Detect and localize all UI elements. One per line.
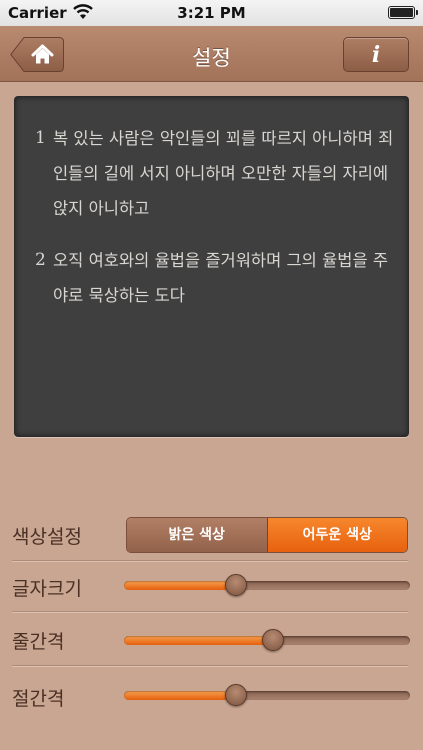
- status-time: 3:21 PM: [177, 4, 246, 22]
- line-spacing-label: 줄간격: [12, 631, 65, 653]
- slider-fill: [124, 691, 236, 700]
- info-button[interactable]: i: [343, 37, 409, 72]
- font-size-slider[interactable]: [124, 572, 410, 598]
- slider-fill: [124, 581, 236, 590]
- light-color-option[interactable]: 밝은 색상: [127, 518, 268, 552]
- line-spacing-slider[interactable]: [124, 627, 410, 653]
- divider: [12, 560, 408, 562]
- battery-level: [390, 8, 413, 17]
- verse-text: 복 있는 사람은 악인들의 꾀를 따르지 아니하며 죄인들의 길에 서지 아니하…: [53, 129, 394, 218]
- battery-icon: [388, 6, 418, 19]
- paragraph-spacing-label: 절간격: [12, 688, 65, 710]
- slider-thumb[interactable]: [224, 684, 247, 706]
- paragraph-spacing-slider[interactable]: [124, 682, 410, 708]
- status-bar: Carrier 3:21 PM: [0, 0, 423, 26]
- nav-bar: 설정 i: [0, 26, 423, 82]
- dark-color-option[interactable]: 어두운 색상: [267, 518, 407, 552]
- slider-fill: [124, 636, 273, 645]
- color-setting-label: 색상설정: [12, 526, 82, 548]
- slider-thumb[interactable]: [224, 574, 247, 596]
- verse: 2 오직 여호와의 율법을 즐거워하며 그의 율법을 주야로 묵상하는 도다: [35, 243, 396, 313]
- verse: 1 복 있는 사람은 악인들의 꾀를 따르지 아니하며 죄인들의 길에 서지 아…: [35, 121, 396, 226]
- verse-number: 1: [35, 128, 46, 148]
- info-icon: i: [371, 42, 381, 68]
- font-size-label: 글자크기: [12, 578, 82, 600]
- verse-number: 2: [35, 250, 46, 270]
- text-preview-panel: 1 복 있는 사람은 악인들의 꾀를 따르지 아니하며 죄인들의 길에 서지 아…: [14, 96, 409, 437]
- divider: [12, 611, 408, 613]
- verse-text: 오직 여호와의 율법을 즐거워하며 그의 율법을 주야로 묵상하는 도다: [53, 251, 389, 305]
- color-segmented-control: 밝은 색상 어두운 색상: [126, 517, 408, 553]
- slider-thumb[interactable]: [261, 629, 284, 651]
- divider: [12, 665, 408, 667]
